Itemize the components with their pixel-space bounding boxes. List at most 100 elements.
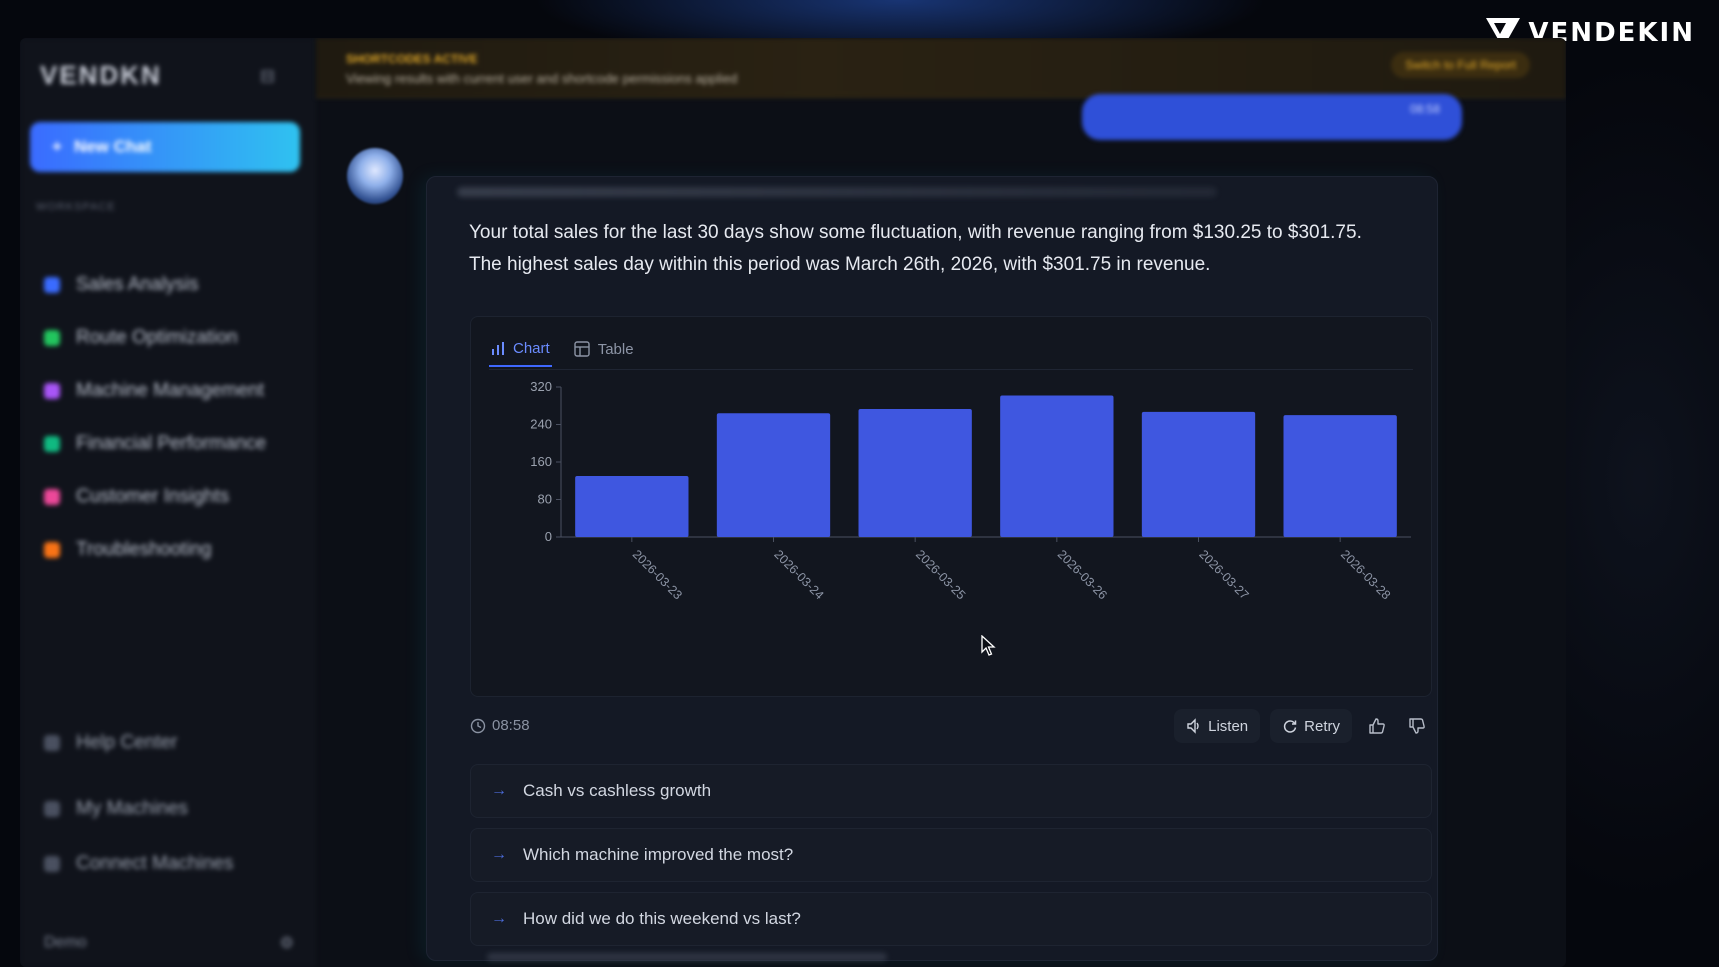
- timestamp-text: 08:58: [492, 717, 530, 734]
- tab-divider: [489, 369, 1413, 370]
- x-tick-label: 2026-03-24: [771, 547, 826, 602]
- arrow-right-icon: →: [491, 782, 507, 799]
- message-line-2: The highest sales day within this period…: [469, 254, 1211, 275]
- troubleshooting-icon: [44, 542, 60, 558]
- tab-table[interactable]: Table: [572, 331, 636, 367]
- route-optimization-icon: [44, 330, 60, 346]
- suggestion-text: Which machine improved the most?: [523, 845, 794, 864]
- input-area-blur: [487, 953, 887, 961]
- sidebar-item-label: Financial Performance: [76, 433, 267, 454]
- arrow-right-icon: →: [491, 846, 507, 863]
- user-message-time: 08:58: [1409, 102, 1440, 116]
- suggestion-chip[interactable]: → Cash vs cashless growth: [470, 764, 1432, 818]
- sidebar-logo: VENDKN: [40, 60, 162, 90]
- sidebar-collapse-icon[interactable]: ⊟: [260, 66, 275, 87]
- y-tick-label: 240: [530, 417, 552, 432]
- chart-panel: Chart Table 0 80 160 240 320 2026-03-23 2026-0…: [470, 316, 1432, 697]
- suggestion-chip[interactable]: → Which machine improved the most?: [470, 828, 1432, 882]
- settings-icon: ⚙: [279, 935, 294, 952]
- financial-performance-icon: [44, 436, 60, 452]
- tab-table-label: Table: [597, 340, 634, 358]
- sales-analysis-icon: [44, 277, 60, 293]
- sidebar-item-label: Connect Machines: [76, 853, 234, 874]
- sidebar-item-label: Help Center: [76, 732, 178, 753]
- assistant-message-text: Your total sales for the last 30 days sh…: [469, 217, 1429, 281]
- clock-icon: [470, 718, 486, 733]
- sidebar-item-customer-insights[interactable]: Customer Insights: [44, 482, 294, 512]
- refresh-icon: [1284, 720, 1297, 733]
- x-tick-label: 2026-03-23: [630, 547, 685, 602]
- retry-button[interactable]: Retry: [1270, 709, 1352, 743]
- sidebar-item-route-optimization[interactable]: Route Optimization: [44, 323, 294, 353]
- sidebar-item-troubleshooting[interactable]: Troubleshooting: [44, 535, 294, 565]
- sidebar-item-label: Route Optimization: [76, 327, 238, 348]
- sales-bar-chart: 0 80 160 240 320 2026-03-23 2026-03-24 2026-03-…: [530, 379, 1411, 602]
- bar-2026-03-25: [858, 409, 972, 537]
- y-tick-label: 160: [530, 454, 552, 469]
- previous-text-blur: [457, 187, 1217, 197]
- sidebar-item-label: Sales Analysis: [76, 274, 199, 295]
- new-chat-label: New Chat: [73, 137, 152, 156]
- sidebar-item-connect-machines[interactable]: Connect Machines: [44, 853, 294, 875]
- sidebar-item-financial-performance[interactable]: Financial Performance: [44, 429, 294, 459]
- suggestion-chip[interactable]: → How did we do this weekend vs last?: [470, 892, 1432, 946]
- user-profile[interactable]: Demo ⚙: [44, 928, 294, 958]
- customer-insights-icon: [44, 489, 60, 505]
- sidebar-section-label: WORKSPACE: [36, 201, 116, 213]
- sidebar-item-label: Machine Management: [76, 380, 264, 401]
- thumbs-down-button[interactable]: [1402, 709, 1432, 743]
- sidebar: VENDKN ⊟ + New Chat WORKSPACE Sales Anal…: [20, 38, 315, 967]
- thumbs-up-icon: [1369, 718, 1385, 734]
- sidebar-item-sales-analysis[interactable]: Sales Analysis: [44, 270, 294, 300]
- user-message-bubble: 08:58: [1082, 94, 1462, 140]
- retry-label: Retry: [1304, 717, 1340, 735]
- user-name: Demo: [44, 934, 87, 951]
- suggestion-text: How did we do this weekend vs last?: [523, 909, 801, 928]
- table-icon: [573, 341, 590, 357]
- bar-2026-03-28: [1283, 415, 1397, 537]
- message-line-1: Your total sales for the last 30 days sh…: [469, 222, 1362, 243]
- suggestion-text: Cash vs cashless growth: [523, 781, 712, 800]
- view-tabs: Chart Table: [489, 331, 636, 371]
- assistant-message-card: Your total sales for the last 30 days sh…: [426, 176, 1438, 961]
- bar-chart-icon: [492, 342, 504, 355]
- plus-icon: +: [52, 137, 62, 156]
- app-window: VENDKN ⊟ + New Chat WORKSPACE Sales Anal…: [20, 38, 1566, 967]
- bar-2026-03-26: [1000, 395, 1114, 537]
- listen-button[interactable]: Listen: [1174, 709, 1261, 743]
- sidebar-item-machine-management[interactable]: Machine Management: [44, 376, 294, 406]
- x-tick-label: 2026-03-28: [1338, 547, 1393, 602]
- message-actions: Listen Retry: [1174, 709, 1432, 743]
- connect-icon: [44, 856, 60, 872]
- bar-2026-03-27: [1141, 411, 1256, 537]
- x-tick-label: 2026-03-25: [913, 547, 968, 602]
- machine-management-icon: [44, 383, 60, 399]
- sidebar-item-my-machines[interactable]: My Machines: [44, 798, 294, 820]
- bar-2026-03-23: [575, 475, 689, 537]
- bar-2026-03-24: [716, 413, 831, 537]
- y-tick-label: 80: [538, 492, 552, 507]
- message-timestamp: 08:58: [470, 717, 530, 734]
- new-chat-button[interactable]: + New Chat: [30, 122, 300, 172]
- y-tick-label: 320: [530, 379, 552, 394]
- banner-button[interactable]: Switch to Full Report: [1391, 52, 1530, 78]
- banner-text: Viewing results with current user and sh…: [346, 71, 738, 86]
- sidebar-item-help-center[interactable]: Help Center: [44, 732, 294, 754]
- shortcode-banner: SHORTCODES ACTIVE Viewing results with c…: [316, 38, 1566, 98]
- thumbs-up-button[interactable]: [1362, 709, 1392, 743]
- x-tick-label: 2026-03-27: [1196, 547, 1251, 602]
- help-icon: [44, 735, 60, 751]
- listen-label: Listen: [1208, 717, 1249, 735]
- machines-icon: [44, 801, 60, 817]
- tab-chart-label: Chart: [513, 339, 550, 357]
- y-tick-label: 0: [545, 529, 552, 544]
- sidebar-item-label: My Machines: [76, 798, 188, 819]
- sidebar-item-label: Customer Insights: [76, 486, 230, 507]
- tab-chart[interactable]: Chart: [489, 331, 552, 367]
- assistant-avatar: [347, 148, 403, 204]
- arrow-right-icon: →: [491, 910, 507, 927]
- mouse-cursor-icon: [981, 635, 996, 656]
- speaker-icon: [1187, 718, 1199, 734]
- banner-title: SHORTCODES ACTIVE: [346, 52, 478, 66]
- thumbs-down-icon: [1409, 718, 1425, 734]
